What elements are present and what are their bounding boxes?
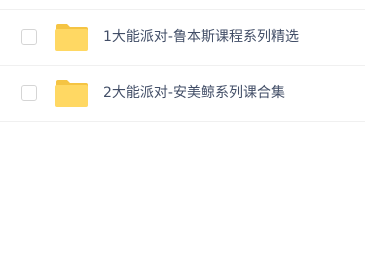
row-checkbox[interactable] xyxy=(21,85,37,101)
list-top-divider xyxy=(0,0,365,10)
file-name[interactable]: 1大能派对-鲁本斯课程系列精选 xyxy=(103,27,299,47)
file-name[interactable]: 2大能派对-安美鲸系列课合集 xyxy=(103,83,285,103)
row-checkbox[interactable] xyxy=(21,29,37,45)
file-row[interactable]: 2大能派对-安美鲸系列课合集 xyxy=(0,66,365,122)
file-row[interactable]: 1大能派对-鲁本斯课程系列精选 xyxy=(0,10,365,66)
file-list: 1大能派对-鲁本斯课程系列精选 2大能派对-安美鲸系列课合集 xyxy=(0,10,365,122)
folder-icon xyxy=(55,80,88,107)
folder-icon xyxy=(55,24,88,51)
